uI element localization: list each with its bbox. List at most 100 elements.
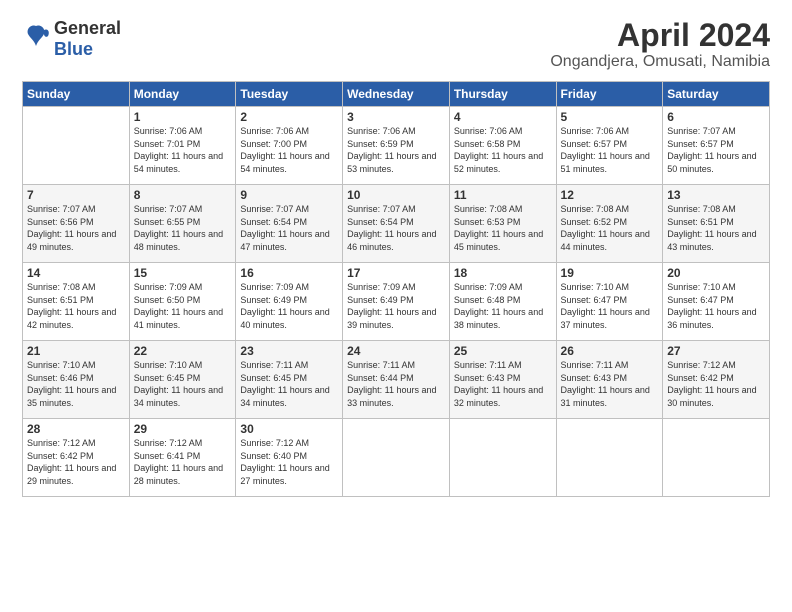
weekday-header: Sunday	[23, 82, 130, 107]
calendar-cell: 12Sunrise: 7:08 AMSunset: 6:52 PMDayligh…	[556, 185, 663, 263]
calendar-table: SundayMondayTuesdayWednesdayThursdayFrid…	[22, 81, 770, 497]
day-detail: Sunrise: 7:07 AMSunset: 6:57 PMDaylight:…	[667, 126, 756, 174]
day-number: 16	[240, 266, 338, 280]
day-number: 9	[240, 188, 338, 202]
calendar-cell: 6 Sunrise: 7:07 AMSunset: 6:57 PMDaylight…	[663, 107, 770, 185]
day-number: 23	[240, 344, 338, 358]
day-detail: Sunrise: 7:10 AMSunset: 6:47 PMDaylight:…	[667, 282, 756, 330]
day-detail: Sunrise: 7:09 AMSunset: 6:49 PMDaylight:…	[240, 282, 329, 330]
day-detail: Sunrise: 7:11 AMSunset: 6:44 PMDaylight:…	[347, 360, 436, 408]
day-number: 15	[134, 266, 232, 280]
day-detail: Sunrise: 7:06 AMSunset: 7:01 PMDaylight:…	[134, 126, 223, 174]
day-detail: Sunrise: 7:10 AMSunset: 6:46 PMDaylight:…	[27, 360, 116, 408]
header-row: SundayMondayTuesdayWednesdayThursdayFrid…	[23, 82, 770, 107]
day-number: 7	[27, 188, 125, 202]
calendar-cell: 16 Sunrise: 7:09 AMSunset: 6:49 PMDayligh…	[236, 263, 343, 341]
calendar-body: 1 Sunrise: 7:06 AMSunset: 7:01 PMDaylight…	[23, 107, 770, 497]
calendar-cell: 19Sunrise: 7:10 AMSunset: 6:47 PMDayligh…	[556, 263, 663, 341]
calendar-week-row: 28 Sunrise: 7:12 AMSunset: 6:42 PMDayligh…	[23, 419, 770, 497]
day-detail: Sunrise: 7:09 AMSunset: 6:48 PMDaylight:…	[454, 282, 543, 330]
calendar-cell: 10 Sunrise: 7:07 AMSunset: 6:54 PMDayligh…	[343, 185, 450, 263]
calendar-cell: 5 Sunrise: 7:06 AMSunset: 6:57 PMDaylight…	[556, 107, 663, 185]
weekday-header: Thursday	[449, 82, 556, 107]
day-number: 30	[240, 422, 338, 436]
calendar-cell: 4 Sunrise: 7:06 AMSunset: 6:58 PMDaylight…	[449, 107, 556, 185]
calendar-cell	[556, 419, 663, 497]
logo-bird-icon	[22, 22, 50, 56]
title-area: April 2024 Ongandjera, Omusati, Namibia	[550, 18, 770, 71]
calendar-header: SundayMondayTuesdayWednesdayThursdayFrid…	[23, 82, 770, 107]
calendar-cell: 3Sunrise: 7:06 AMSunset: 6:59 PMDaylight…	[343, 107, 450, 185]
day-number: 5	[561, 110, 659, 124]
day-number: 24	[347, 344, 445, 358]
calendar-cell: 17 Sunrise: 7:09 AMSunset: 6:49 PMDayligh…	[343, 263, 450, 341]
day-number: 13	[667, 188, 765, 202]
day-number: 1	[134, 110, 232, 124]
calendar-cell	[343, 419, 450, 497]
calendar-title: April 2024	[550, 18, 770, 53]
day-number: 26	[561, 344, 659, 358]
calendar-cell	[23, 107, 130, 185]
day-number: 17	[347, 266, 445, 280]
logo-general-text: General	[54, 18, 121, 38]
day-number: 20	[667, 266, 765, 280]
calendar-cell: 22 Sunrise: 7:10 AMSunset: 6:45 PMDayligh…	[129, 341, 236, 419]
day-detail: Sunrise: 7:08 AMSunset: 6:51 PMDaylight:…	[27, 282, 116, 330]
calendar-week-row: 21 Sunrise: 7:10 AMSunset: 6:46 PMDayligh…	[23, 341, 770, 419]
day-number: 18	[454, 266, 552, 280]
day-detail: Sunrise: 7:11 AMSunset: 6:43 PMDaylight:…	[454, 360, 543, 408]
day-detail: Sunrise: 7:06 AMSunset: 6:58 PMDaylight:…	[454, 126, 543, 174]
calendar-week-row: 14 Sunrise: 7:08 AMSunset: 6:51 PMDayligh…	[23, 263, 770, 341]
day-detail: Sunrise: 7:12 AMSunset: 6:42 PMDaylight:…	[667, 360, 756, 408]
day-number: 8	[134, 188, 232, 202]
day-detail: Sunrise: 7:11 AMSunset: 6:43 PMDaylight:…	[561, 360, 650, 408]
day-number: 2	[240, 110, 338, 124]
calendar-cell: 1 Sunrise: 7:06 AMSunset: 7:01 PMDaylight…	[129, 107, 236, 185]
day-number: 12	[561, 188, 659, 202]
day-detail: Sunrise: 7:12 AMSunset: 6:41 PMDaylight:…	[134, 438, 223, 486]
calendar-cell: 29Sunrise: 7:12 AMSunset: 6:41 PMDayligh…	[129, 419, 236, 497]
calendar-subtitle: Ongandjera, Omusati, Namibia	[550, 53, 770, 71]
calendar-cell: 7Sunrise: 7:07 AMSunset: 6:56 PMDaylight…	[23, 185, 130, 263]
calendar-cell: 25 Sunrise: 7:11 AMSunset: 6:43 PMDayligh…	[449, 341, 556, 419]
day-detail: Sunrise: 7:09 AMSunset: 6:49 PMDaylight:…	[347, 282, 436, 330]
day-number: 27	[667, 344, 765, 358]
day-detail: Sunrise: 7:12 AMSunset: 6:40 PMDaylight:…	[240, 438, 329, 486]
calendar-cell: 23Sunrise: 7:11 AMSunset: 6:45 PMDayligh…	[236, 341, 343, 419]
weekday-header: Friday	[556, 82, 663, 107]
day-number: 4	[454, 110, 552, 124]
logo-blue-text: Blue	[54, 39, 93, 59]
day-detail: Sunrise: 7:07 AMSunset: 6:54 PMDaylight:…	[240, 204, 329, 252]
calendar-cell	[449, 419, 556, 497]
day-detail: Sunrise: 7:12 AMSunset: 6:42 PMDaylight:…	[27, 438, 116, 486]
calendar-cell: 21 Sunrise: 7:10 AMSunset: 6:46 PMDayligh…	[23, 341, 130, 419]
day-number: 10	[347, 188, 445, 202]
day-number: 14	[27, 266, 125, 280]
day-detail: Sunrise: 7:07 AMSunset: 6:54 PMDaylight:…	[347, 204, 436, 252]
day-detail: Sunrise: 7:10 AMSunset: 6:45 PMDaylight:…	[134, 360, 223, 408]
day-number: 11	[454, 188, 552, 202]
day-detail: Sunrise: 7:09 AMSunset: 6:50 PMDaylight:…	[134, 282, 223, 330]
calendar-cell: 13Sunrise: 7:08 AMSunset: 6:51 PMDayligh…	[663, 185, 770, 263]
header: General Blue April 2024 Ongandjera, Omus…	[22, 18, 770, 71]
weekday-header: Saturday	[663, 82, 770, 107]
calendar-week-row: 1 Sunrise: 7:06 AMSunset: 7:01 PMDaylight…	[23, 107, 770, 185]
day-number: 28	[27, 422, 125, 436]
calendar-week-row: 7Sunrise: 7:07 AMSunset: 6:56 PMDaylight…	[23, 185, 770, 263]
day-number: 21	[27, 344, 125, 358]
day-number: 6	[667, 110, 765, 124]
day-number: 25	[454, 344, 552, 358]
calendar-cell: 26 Sunrise: 7:11 AMSunset: 6:43 PMDayligh…	[556, 341, 663, 419]
calendar-cell: 2Sunrise: 7:06 AMSunset: 7:00 PMDaylight…	[236, 107, 343, 185]
weekday-header: Wednesday	[343, 82, 450, 107]
day-detail: Sunrise: 7:06 AMSunset: 6:57 PMDaylight:…	[561, 126, 650, 174]
day-detail: Sunrise: 7:08 AMSunset: 6:53 PMDaylight:…	[454, 204, 543, 252]
page: General Blue April 2024 Ongandjera, Omus…	[0, 0, 792, 612]
weekday-header: Tuesday	[236, 82, 343, 107]
calendar-cell: 20 Sunrise: 7:10 AMSunset: 6:47 PMDayligh…	[663, 263, 770, 341]
calendar-cell: 14 Sunrise: 7:08 AMSunset: 6:51 PMDayligh…	[23, 263, 130, 341]
calendar-cell: 24 Sunrise: 7:11 AMSunset: 6:44 PMDayligh…	[343, 341, 450, 419]
calendar-cell: 11 Sunrise: 7:08 AMSunset: 6:53 PMDayligh…	[449, 185, 556, 263]
calendar-cell	[663, 419, 770, 497]
day-number: 22	[134, 344, 232, 358]
